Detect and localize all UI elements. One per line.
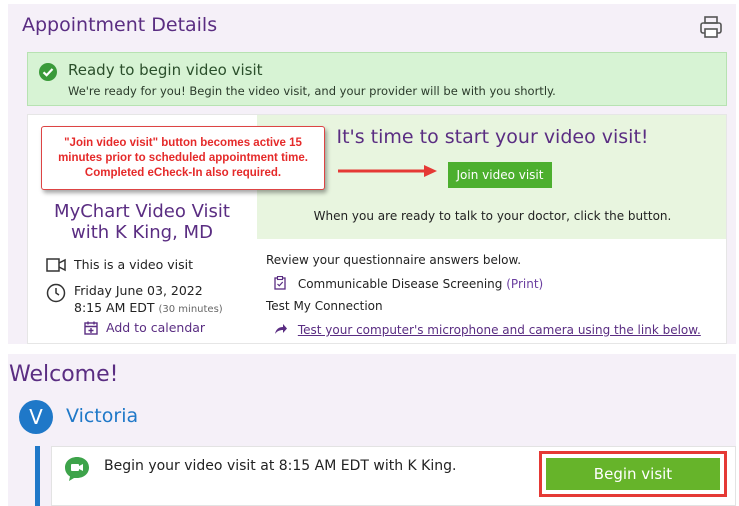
visit-message: Begin your video visit at 8:15 AM EDT wi… xyxy=(104,458,457,474)
annotation-line-2: minutes prior to scheduled appointment t… xyxy=(58,152,308,164)
review-text: Review your questionnaire answers below. xyxy=(266,253,522,267)
calendar-icon xyxy=(84,321,98,335)
clock-icon xyxy=(46,283,66,303)
add-calendar-label[interactable]: Add to calendar xyxy=(106,320,205,335)
test-connection-heading: Test My Connection xyxy=(266,299,383,313)
video-type: This is a video visit xyxy=(74,257,193,272)
welcome-title: Welcome! xyxy=(9,362,119,387)
time-wrap: 8:15 AM EDT (30 minutes) xyxy=(74,300,223,315)
start-visit-title: It's time to start your video visit! xyxy=(336,126,649,148)
annotation-line-1: "Join video visit" button becomes active… xyxy=(64,137,302,149)
banner-title: Ready to begin video visit xyxy=(68,61,263,79)
begin-visit-highlight: Begin visit xyxy=(539,451,727,497)
appointment-duration: (30 minutes) xyxy=(158,304,223,315)
video-visit-card: Begin your video visit at 8:15 AM EDT wi… xyxy=(51,446,736,506)
ready-instructions: When you are ready to talk to your docto… xyxy=(313,209,672,223)
annotation-line-3: Completed eCheck-In also required. xyxy=(84,167,282,179)
banner-subtitle: We're ready for you! Begin the video vis… xyxy=(68,84,556,98)
test-connection-link[interactable]: Test your computer's microphone and came… xyxy=(298,323,701,337)
ready-banner: Ready to begin video visit We're ready f… xyxy=(27,52,727,106)
chat-video-icon xyxy=(65,457,89,481)
test-connection-row: Test your computer's microphone and came… xyxy=(274,323,701,337)
annotation-callout: "Join video visit" button becomes active… xyxy=(41,126,325,190)
appointment-details-panel: Appointment Details Ready to begin video… xyxy=(8,4,736,344)
print-questionnaire-link[interactable]: (Print) xyxy=(506,277,543,291)
appointment-time: 8:15 AM EDT xyxy=(74,300,155,315)
questionnaire-name: Communicable Disease Screening xyxy=(297,277,503,291)
questionnaire-row: Communicable Disease Screening (Print) xyxy=(274,275,543,291)
user-name: Victoria xyxy=(66,405,139,427)
arrow-share-icon xyxy=(275,324,287,334)
welcome-panel: Welcome! V Victoria Begin your video vis… xyxy=(8,354,736,506)
avatar: V xyxy=(19,400,53,434)
visit-name: MyChart Video Visit with K King, MD xyxy=(54,201,230,243)
check-circle-icon xyxy=(39,63,57,81)
join-video-visit-button[interactable]: Join video visit xyxy=(448,162,552,188)
page-title: Appointment Details xyxy=(22,14,218,36)
timeline-bar xyxy=(35,446,40,506)
begin-visit-button[interactable]: Begin visit xyxy=(546,458,720,490)
annotation-arrow-icon xyxy=(338,165,437,177)
video-camera-icon xyxy=(46,258,66,272)
appointment-date: Friday June 03, 2022 xyxy=(74,283,203,298)
clipboard-icon xyxy=(274,275,286,290)
print-icon[interactable] xyxy=(698,14,724,40)
